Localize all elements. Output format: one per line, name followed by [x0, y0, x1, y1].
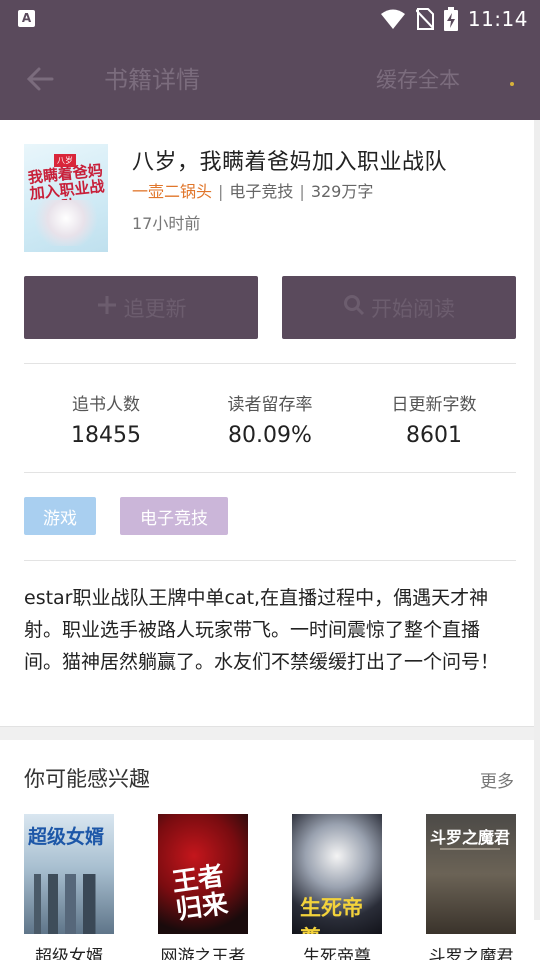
recommend-book-name: 生死帝尊	[303, 947, 371, 960]
meta-separator: |	[218, 182, 224, 201]
meta-separator: |	[299, 182, 305, 201]
stat-value: 8601	[406, 423, 462, 448]
cover-title: 超级女婿	[28, 826, 105, 848]
stat-label: 读者留存率	[227, 395, 313, 415]
cover-title: 生死帝尊	[300, 896, 363, 934]
recommend-book-card[interactable]: 斗罗之魔君 斗罗之魔君	[426, 814, 516, 960]
update-time: 17小时前	[132, 214, 201, 233]
tag-game[interactable]: 游戏	[24, 497, 96, 535]
recommend-title: 你可能感兴趣	[24, 767, 150, 791]
stat-retention: 读者留存率 80.09%	[188, 390, 352, 448]
wifi-icon	[380, 9, 405, 29]
book-word-count: 329万字	[310, 182, 374, 201]
book-cover: 八岁 我瞒着爸妈加入职业战队	[24, 144, 108, 252]
cover-title: 王者归来	[170, 861, 230, 926]
recommend-book-name: 网游之王者	[160, 947, 246, 960]
recommend-book-cover: 生死帝尊	[292, 814, 382, 934]
divider	[24, 472, 516, 473]
cover-figure	[30, 200, 102, 246]
recommend-more-link[interactable]: 更多	[480, 767, 514, 792]
no-sim-icon	[415, 8, 434, 30]
app-bar: 书籍详情 缓存全本	[0, 38, 540, 120]
status-bar: A 11:14	[0, 0, 540, 38]
divider	[24, 560, 516, 561]
recommend-book-cover: 王者归来	[158, 814, 248, 934]
page-title: 书籍详情	[104, 66, 200, 94]
follow-updates-label: 追更新	[123, 296, 187, 321]
cover-title: 斗罗之魔君	[430, 828, 511, 847]
app-notification-icon: A	[18, 10, 35, 27]
divider	[24, 363, 516, 364]
search-icon	[343, 294, 365, 322]
stat-value: 18455	[71, 423, 141, 448]
recommend-book-card[interactable]: 王者归来 网游之王者	[158, 814, 248, 960]
section-separator	[0, 726, 540, 740]
stat-value: 80.09%	[228, 423, 312, 448]
overflow-dot[interactable]	[510, 82, 514, 86]
recommend-book-cover: 超级女婿	[24, 814, 114, 934]
start-reading-label: 开始阅读	[371, 296, 455, 321]
cache-all-button[interactable]: 缓存全本	[376, 64, 460, 94]
book-author[interactable]: 一壶二锅头	[132, 182, 212, 201]
clock: 11:14	[467, 7, 528, 31]
cover-subtitle-line	[440, 848, 500, 850]
battery-charging-icon	[443, 7, 458, 31]
recommend-book-cover: 斗罗之魔君	[426, 814, 516, 934]
recommend-book-name: 斗罗之魔君	[428, 947, 514, 960]
tag-esports[interactable]: 电子竞技	[120, 497, 228, 535]
stat-daily-words: 日更新字数 8601	[352, 390, 516, 448]
book-intro: estar职业战队王牌中单cat,在直播过程中，偶遇天才神射。职业选手被路人玩家…	[24, 587, 500, 673]
scrollbar[interactable]	[534, 120, 540, 920]
recommend-book-card[interactable]: 生死帝尊 生死帝尊	[292, 814, 382, 960]
stat-label: 追书人数	[72, 395, 140, 415]
book-detail-page: 八岁 我瞒着爸妈加入职业战队 八岁，我瞒着爸妈加入职业战队 一壶二锅头 | 电子竞技…	[0, 120, 540, 960]
plus-icon	[96, 294, 118, 322]
stat-followers: 追书人数 18455	[24, 390, 188, 448]
book-title: 八岁，我瞒着爸妈加入职业战队	[132, 150, 448, 175]
system-icons: 11:14	[380, 6, 528, 32]
recommend-book-card[interactable]: 超级女婿 超级女婿	[24, 814, 114, 960]
cover-buildings	[34, 874, 104, 934]
book-meta: 一壶二锅头 | 电子竞技 | 329万字	[132, 178, 373, 202]
book-category: 电子竞技	[229, 182, 294, 201]
arrow-left-icon[interactable]	[24, 64, 56, 94]
start-reading-button[interactable]: 开始阅读	[282, 276, 516, 339]
stat-label: 日更新字数	[391, 395, 477, 415]
recommend-book-name: 超级女婿	[35, 947, 103, 960]
follow-updates-button[interactable]: 追更新	[24, 276, 258, 339]
